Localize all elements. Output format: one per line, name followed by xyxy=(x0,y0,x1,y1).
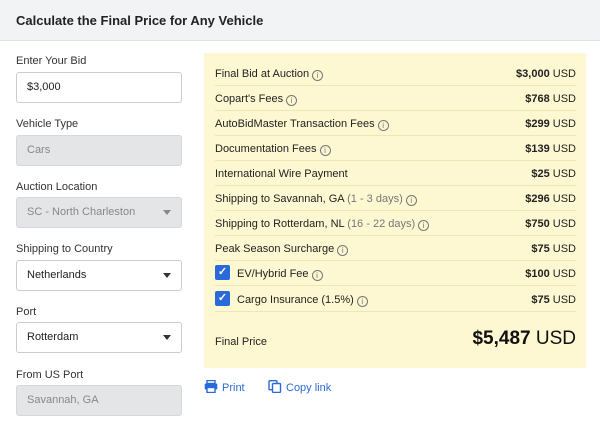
summary-row: Copart's Fees i $768 USD xyxy=(215,86,576,111)
from-port-label: From US Port xyxy=(16,369,84,381)
bid-input[interactable]: $3,000 xyxy=(16,72,182,103)
summary-row-amount: $768 xyxy=(525,93,550,105)
summary-row-amount: $296 xyxy=(525,193,550,205)
summary-row-label: EV/Hybrid Fee xyxy=(237,268,309,280)
summary-row-amount: $75 xyxy=(531,243,550,255)
summary-row-amount: $3,000 xyxy=(516,68,550,80)
summary-row-amount: $299 xyxy=(525,118,550,130)
summary-row-label: Documentation Fees xyxy=(215,143,317,155)
summary-row: International Wire Payment $25 USD xyxy=(215,161,576,186)
copy-icon xyxy=(268,380,282,393)
summary-row-label: Shipping to Rotterdam, NL xyxy=(215,218,345,230)
auction-location-value: SC - North Charleston xyxy=(27,206,136,218)
final-price-label: Final Price xyxy=(215,336,267,348)
chevron-down-icon xyxy=(163,335,171,340)
auction-location-select: SC - North Charleston xyxy=(16,197,182,228)
shipping-country-value: Netherlands xyxy=(27,269,87,281)
vehicle-type-label: Vehicle Type xyxy=(16,118,79,130)
page-header: Calculate the Final Price for Any Vehicl… xyxy=(0,0,600,41)
summary-row: Shipping to Savannah, GA (1 - 3 days) i $… xyxy=(215,186,576,211)
summary-row: Documentation Fees i $139 USD xyxy=(215,136,576,161)
summary-row-label: Peak Season Surcharge xyxy=(215,243,335,255)
info-icon[interactable]: i xyxy=(312,70,324,81)
summary-row-amount: $139 xyxy=(525,143,550,155)
info-icon[interactable]: i xyxy=(356,296,368,307)
summary-row-insurance: ✓ Cargo Insurance (1.5%) i $75 USD xyxy=(215,287,576,312)
chevron-down-icon xyxy=(163,273,171,278)
page-title: Calculate the Final Price for Any Vehicl… xyxy=(16,13,264,28)
port-label: Port xyxy=(16,306,37,318)
summary-row: Final Bid at Auction i $3,000 USD xyxy=(215,61,576,86)
copy-link-label: Copy link xyxy=(286,382,332,394)
summary-row-unit: USD xyxy=(552,143,576,155)
final-price-unit: USD xyxy=(535,328,576,349)
summary-row: Shipping to Rotterdam, NL (16 - 22 days)… xyxy=(215,211,576,236)
final-price-row: Final Price $5,487 USD xyxy=(215,318,576,354)
summary-row-unit: USD xyxy=(552,168,576,180)
info-icon[interactable]: i xyxy=(377,120,389,131)
info-icon[interactable]: i xyxy=(286,95,298,106)
summary-row-label: Shipping to Savannah, GA xyxy=(215,193,345,205)
info-icon[interactable]: i xyxy=(418,220,430,231)
summary-row-amount: $750 xyxy=(525,218,550,230)
summary-row: AutoBidMaster Transaction Fees i $299 USD xyxy=(215,111,576,136)
print-button[interactable]: Print xyxy=(204,380,245,394)
summary-row-label: International Wire Payment xyxy=(215,168,348,180)
summary-row-ev-fee: ✓ EV/Hybrid Fee i $100 USD xyxy=(215,261,576,286)
from-port-field: Savannah, GA xyxy=(16,385,182,416)
summary-row-unit: USD xyxy=(552,68,576,80)
chevron-down-icon xyxy=(163,210,171,215)
summary-row-label: Copart's Fees xyxy=(215,93,284,105)
summary-row-unit: USD xyxy=(552,118,576,130)
final-price-amount: $5,487 xyxy=(472,328,531,349)
print-label: Print xyxy=(222,382,245,394)
summary-row-unit: USD xyxy=(552,218,576,230)
summary-row-sub: (16 - 22 days) xyxy=(347,218,416,230)
info-icon[interactable]: i xyxy=(405,195,417,206)
insurance-checkbox[interactable]: ✓ xyxy=(215,291,230,306)
summary-row-unit: USD xyxy=(552,243,576,255)
summary-row-label: Final Bid at Auction xyxy=(215,68,310,80)
summary-row-unit: USD xyxy=(552,93,576,105)
copy-link-button[interactable]: Copy link xyxy=(268,380,331,394)
summary-row-unit: USD xyxy=(552,294,576,306)
port-value: Rotterdam xyxy=(27,331,79,343)
summary-row-unit: USD xyxy=(552,193,576,205)
summary-row-unit: USD xyxy=(552,268,576,280)
ev-fee-checkbox[interactable]: ✓ xyxy=(215,265,230,280)
summary-row-amount: $100 xyxy=(525,268,550,280)
summary-row-label: AutoBidMaster Transaction Fees xyxy=(215,118,375,130)
vehicle-type-field: Cars xyxy=(16,135,182,166)
print-icon xyxy=(204,380,218,393)
info-icon[interactable]: i xyxy=(337,245,349,256)
summary-row: Peak Season Surcharge i $75 USD xyxy=(215,236,576,261)
info-icon[interactable]: i xyxy=(311,270,323,281)
summary-row-sub: (1 - 3 days) xyxy=(347,193,403,205)
summary-row-amount: $25 xyxy=(531,168,550,180)
summary-row-amount: $75 xyxy=(531,294,550,306)
port-select[interactable]: Rotterdam xyxy=(16,322,182,353)
info-icon[interactable]: i xyxy=(319,145,331,156)
price-summary-panel: Final Bid at Auction i $3,000 USD Copart'… xyxy=(204,53,586,368)
shipping-country-select[interactable]: Netherlands xyxy=(16,260,182,291)
auction-location-label: Auction Location xyxy=(16,181,98,193)
shipping-country-label: Shipping to Country xyxy=(16,243,113,255)
summary-row-label: Cargo Insurance (1.5%) xyxy=(237,294,354,306)
bid-label: Enter Your Bid xyxy=(16,55,87,67)
